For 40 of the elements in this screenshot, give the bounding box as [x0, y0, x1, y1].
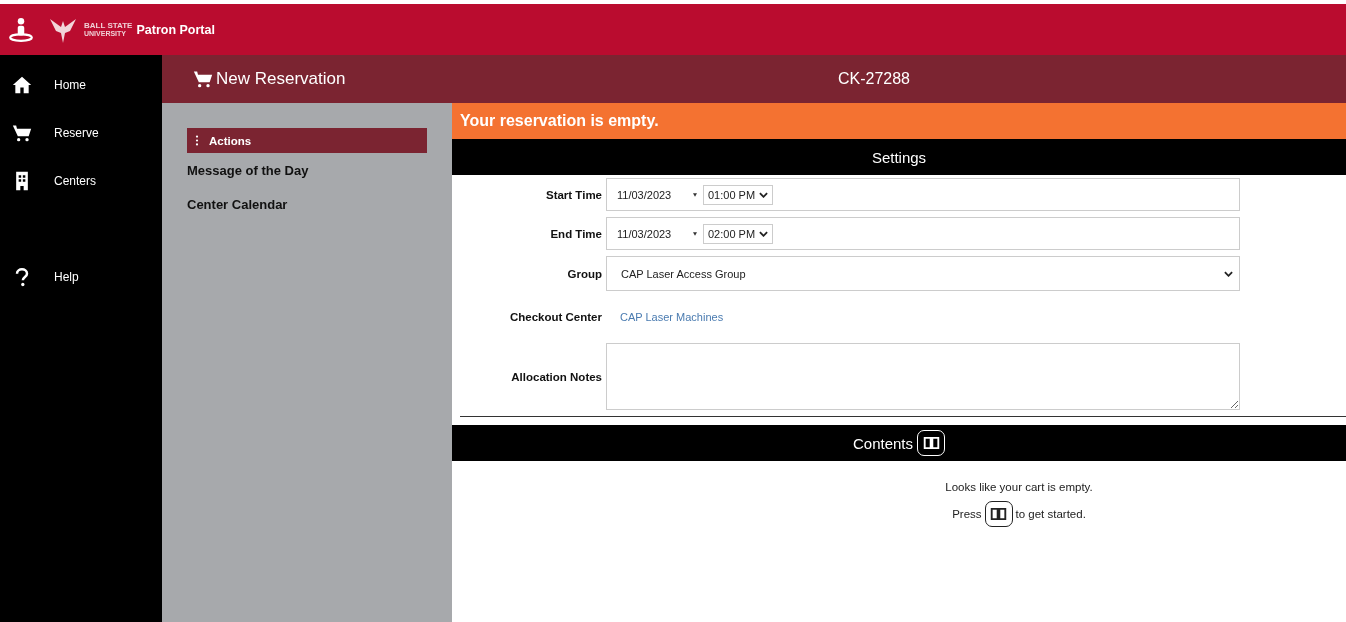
time-select[interactable]: 01:00 PM	[703, 184, 774, 205]
center-link[interactable]: CAP Laser Machines	[620, 311, 724, 323]
field-label: Checkout Center	[508, 311, 603, 323]
section-title: Settings	[871, 148, 927, 166]
empty-cart-message: Looks like your cart is empty.	[945, 481, 1093, 493]
date-input[interactable]: 11/03/2023	[617, 227, 683, 240]
book-icon	[990, 507, 1008, 521]
time-select[interactable]: 02:00 PM	[703, 223, 774, 244]
chevron-down-icon	[759, 230, 769, 237]
alert-banner: Your reservation is empty.	[452, 103, 1346, 139]
reservation-id: CK-27288	[837, 70, 910, 87]
nav-item[interactable]: Centers	[0, 157, 162, 205]
nav-item[interactable]: Help	[0, 253, 162, 301]
field-label: Group	[566, 267, 603, 280]
actions-button[interactable]: Actions	[187, 128, 427, 153]
field-label: End Time	[549, 227, 603, 240]
field-label: Allocation Notes	[510, 370, 603, 383]
chevron-down-icon	[759, 191, 769, 198]
date-input[interactable]: 11/03/2023	[617, 188, 683, 201]
group-select[interactable]: CAP Laser Access Group	[606, 256, 1240, 291]
side-link[interactable]: Message of the Day	[187, 163, 427, 178]
nav-item[interactable]: Home	[0, 61, 162, 109]
app-title: Patron Portal	[136, 22, 215, 37]
field-label: Start Time	[544, 188, 603, 201]
home-icon	[12, 75, 32, 95]
nav-item[interactable]: Reserve	[0, 109, 162, 157]
dropdown-arrow-icon[interactable]	[693, 231, 697, 236]
cart-icon	[192, 69, 214, 89]
section-title: Contents	[852, 434, 913, 452]
dropdown-arrow-icon[interactable]	[693, 192, 697, 197]
cart-icon	[12, 123, 32, 143]
book-icon	[922, 436, 940, 450]
instruction-text: to get started.	[1015, 508, 1086, 520]
instruction-text: Press	[952, 508, 982, 520]
page-title: New Reservation	[216, 69, 346, 89]
person-pin-icon[interactable]	[8, 16, 34, 43]
chevron-down-icon	[1224, 270, 1233, 277]
side-link[interactable]: Center Calendar	[187, 197, 427, 212]
kebab-icon	[195, 135, 199, 146]
catalog-button[interactable]	[984, 501, 1013, 527]
